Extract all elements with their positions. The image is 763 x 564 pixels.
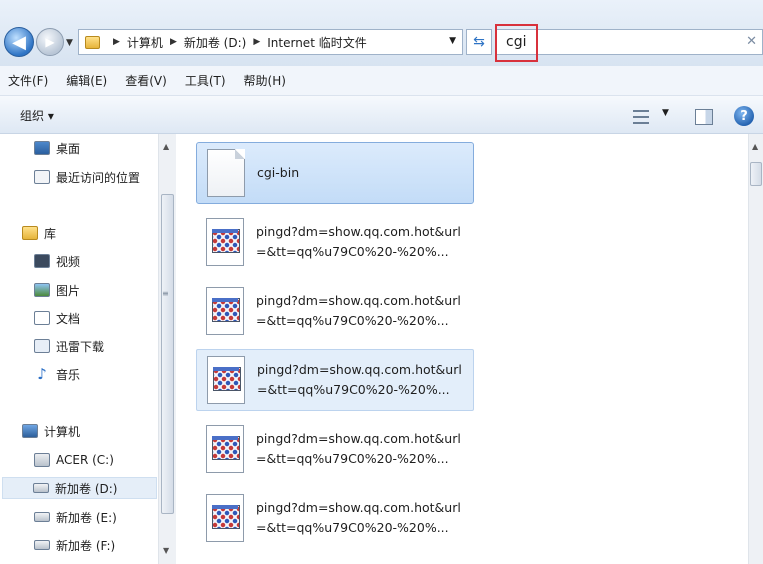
thunder-download-icon — [34, 339, 50, 353]
nav-item-label: 桌面 — [56, 141, 81, 156]
forward-arrow-icon: ▶ — [45, 35, 55, 49]
file-name: cgi-bin — [257, 165, 300, 180]
file-name: pingd?dm=show.qq.com.hot&url=&tt=qq%u79C… — [256, 500, 461, 535]
nav-item-label: 新加卷 (F:) — [56, 538, 116, 553]
menu-edit[interactable]: 编辑(E) — [66, 72, 107, 89]
nav-item-label: 最近访问的位置 — [56, 170, 141, 185]
nav-item-label: 计算机 — [44, 424, 81, 439]
nav-item-desktop[interactable]: 桌面 — [34, 137, 80, 159]
address-bar[interactable]: ▶ 计算机 ▶ 新加卷 (D:) ▶ Internet 临时文件 ▼ — [78, 29, 463, 55]
back-arrow-icon: ◀ — [12, 31, 26, 53]
command-bar: 组织 ▾ ▼ ? — [0, 96, 763, 134]
nav-item-music[interactable]: ♪ 音乐 — [34, 363, 80, 385]
breadcrumb-computer[interactable]: 计算机 — [127, 34, 163, 51]
file-item[interactable]: pingd?dm=show.qq.com.hot&url=&tt=qq%u79C… — [196, 280, 474, 342]
chevron-right-icon[interactable]: ▶ — [113, 37, 120, 47]
application-icon — [206, 425, 244, 473]
application-icon — [206, 218, 244, 266]
search-highlight-box — [495, 24, 538, 62]
drive-icon — [33, 483, 49, 493]
forward-button[interactable]: ▶ — [36, 28, 64, 56]
file-item[interactable]: pingd?dm=show.qq.com.hot&url=&tt=qq%u79C… — [196, 349, 474, 411]
drive-icon — [34, 512, 50, 522]
address-bar-region: ◀ ▶ ▼ ▶ 计算机 ▶ 新加卷 (D:) ▶ Internet 临时文件 ▼… — [0, 0, 763, 66]
organize-button[interactable]: 组织 ▾ — [20, 107, 54, 124]
scrollbar-grip-icon: ≡ — [162, 289, 169, 298]
file-item[interactable]: pingd?dm=show.qq.com.hot&url=&tt=qq%u79C… — [196, 211, 474, 273]
nav-item-documents[interactable]: 文档 — [34, 307, 80, 329]
menu-bar: 文件(F) 编辑(E) 查看(V) 工具(T) 帮助(H) — [0, 66, 763, 96]
nav-item-label: 图片 — [56, 283, 81, 298]
nav-item-drive-c[interactable]: ACER (C:) — [34, 449, 114, 471]
search-box[interactable]: cgi ✕ — [495, 24, 763, 62]
back-button[interactable]: ◀ — [4, 27, 34, 57]
nav-item-drive-e[interactable]: 新加卷 (E:) — [34, 506, 117, 528]
scrollbar-thumb[interactable] — [161, 194, 174, 514]
system-drive-icon — [34, 453, 50, 467]
recent-places-icon — [34, 170, 50, 184]
picture-library-icon — [34, 283, 50, 297]
breadcrumb-drive-d[interactable]: 新加卷 (D:) — [184, 34, 246, 51]
file-name: pingd?dm=show.qq.com.hot&url=&tt=qq%u79C… — [257, 362, 462, 397]
nav-item-pictures[interactable]: 图片 — [34, 279, 80, 301]
drive-icon — [34, 540, 50, 550]
file-name: pingd?dm=show.qq.com.hot&url=&tt=qq%u79C… — [256, 224, 461, 259]
file-list-scrollbar[interactable]: ▲ — [748, 134, 763, 564]
preview-pane-icon[interactable] — [695, 109, 713, 125]
video-library-icon — [34, 254, 50, 268]
folder-icon — [85, 35, 100, 49]
chevron-right-icon[interactable]: ▶ — [170, 37, 177, 47]
file-item-cgi-bin[interactable]: cgi-bin — [196, 142, 474, 204]
nav-item-label: 新加卷 (D:) — [55, 481, 118, 496]
computer-icon — [22, 424, 38, 438]
application-icon — [206, 494, 244, 542]
chevron-right-icon[interactable]: ▶ — [253, 37, 260, 47]
help-icon[interactable]: ? — [734, 106, 754, 126]
scroll-up-icon[interactable]: ▲ — [163, 142, 169, 151]
refresh-button[interactable]: ⇆ — [466, 29, 492, 55]
nav-item-label: ACER (C:) — [56, 453, 114, 467]
menu-view[interactable]: 查看(V) — [125, 72, 167, 89]
refresh-icon: ⇆ — [473, 34, 485, 50]
nav-item-label: 音乐 — [56, 367, 81, 382]
nav-item-library[interactable]: 库 — [22, 222, 56, 244]
scroll-down-icon[interactable]: ▼ — [163, 546, 169, 555]
recent-pages-dropdown[interactable]: ▼ — [66, 38, 73, 48]
file-list: cgi-bin pingd?dm=show.qq.com.hot&url=&tt… — [176, 134, 748, 564]
nav-item-recent-places[interactable]: 最近访问的位置 — [34, 166, 140, 188]
navigation-scrollbar[interactable]: ▲ ≡ ▼ — [158, 134, 176, 564]
nav-item-label: 视频 — [56, 254, 81, 269]
file-item[interactable]: pingd?dm=show.qq.com.hot&url=&tt=qq%u79C… — [196, 487, 474, 549]
change-view-icon[interactable] — [633, 110, 649, 124]
nav-item-computer[interactable]: 计算机 — [22, 420, 80, 442]
view-dropdown-icon[interactable]: ▼ — [662, 108, 669, 118]
document-library-icon — [34, 311, 50, 325]
navigation-pane: 桌面 最近访问的位置 库 视频 图片 文档 迅雷下载 ♪ 音乐 计算机 ACER… — [0, 134, 176, 564]
application-icon — [206, 287, 244, 335]
nav-item-drive-f[interactable]: 新加卷 (F:) — [34, 534, 115, 556]
nav-item-videos[interactable]: 视频 — [34, 250, 80, 272]
clear-search-icon[interactable]: ✕ — [746, 34, 757, 49]
scroll-up-icon[interactable]: ▲ — [752, 142, 758, 151]
menu-help[interactable]: 帮助(H) — [244, 72, 286, 89]
file-name: pingd?dm=show.qq.com.hot&url=&tt=qq%u79C… — [256, 431, 461, 466]
application-icon — [207, 356, 245, 404]
scrollbar-thumb[interactable] — [750, 162, 762, 186]
nav-item-drive-d[interactable]: 新加卷 (D:) — [2, 477, 157, 499]
nav-item-label: 库 — [44, 226, 57, 241]
nav-item-thunder-download[interactable]: 迅雷下载 — [34, 335, 104, 357]
library-icon — [22, 226, 38, 240]
music-library-icon: ♪ — [37, 365, 47, 383]
file-item[interactable]: pingd?dm=show.qq.com.hot&url=&tt=qq%u79C… — [196, 418, 474, 480]
menu-file[interactable]: 文件(F) — [8, 72, 48, 89]
nav-item-label: 新加卷 (E:) — [56, 510, 117, 525]
nav-item-label: 迅雷下载 — [56, 339, 105, 354]
file-icon — [207, 149, 245, 197]
desktop-icon — [34, 141, 50, 155]
nav-item-label: 文档 — [56, 311, 81, 326]
breadcrumb-temp-files[interactable]: Internet 临时文件 — [267, 34, 366, 51]
address-dropdown-icon[interactable]: ▼ — [449, 36, 456, 46]
file-name: pingd?dm=show.qq.com.hot&url=&tt=qq%u79C… — [256, 293, 461, 328]
menu-tools[interactable]: 工具(T) — [185, 72, 226, 89]
